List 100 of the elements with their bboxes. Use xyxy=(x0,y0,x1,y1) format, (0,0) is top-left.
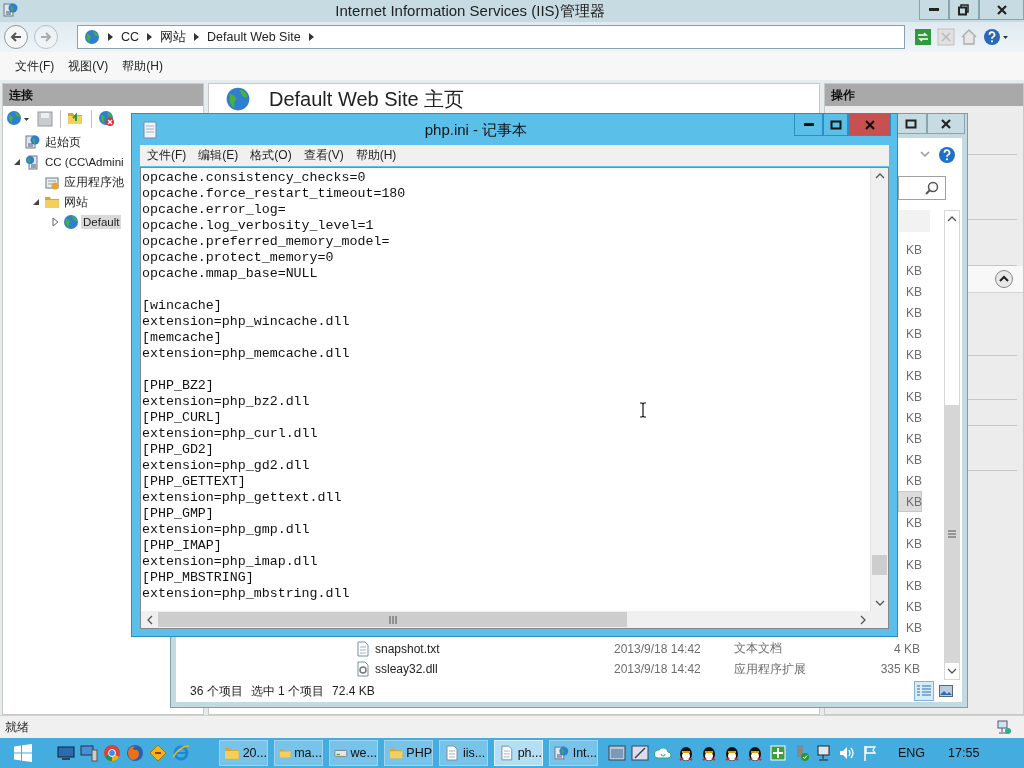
back-button[interactable] xyxy=(4,25,28,49)
notepad-icon xyxy=(142,121,158,139)
file-row[interactable]: KB xyxy=(898,428,922,450)
close-button[interactable] xyxy=(848,114,891,136)
file-row[interactable]: ssleay32.dll 2013/9/18 14:42 应用程序扩展 335 KB xyxy=(355,659,922,680)
scrollbar[interactable] xyxy=(944,210,960,680)
help-icon[interactable] xyxy=(983,28,1009,46)
network-icon xyxy=(996,719,1012,735)
desktop-icon[interactable] xyxy=(57,744,75,762)
connect-icon[interactable] xyxy=(6,110,30,128)
close-button[interactable] xyxy=(927,114,965,134)
penguin-icon[interactable] xyxy=(677,744,695,762)
file-row[interactable]: KB xyxy=(898,260,922,282)
minimize-button[interactable] xyxy=(794,114,823,136)
language-indicator[interactable]: ENG xyxy=(898,746,926,760)
menu-item[interactable]: 文件(F) xyxy=(8,57,62,75)
tree-item[interactable]: 应用程序池 xyxy=(62,173,126,191)
details-list-icon xyxy=(917,685,931,697)
file-size: 335 KB xyxy=(879,662,921,677)
file-row[interactable]: KB xyxy=(898,302,922,324)
expanded-triangle-icon[interactable] xyxy=(12,157,22,167)
file-row[interactable]: KB xyxy=(898,575,922,597)
tree-item[interactable]: 起始页 xyxy=(43,133,83,151)
menu-item[interactable]: 编辑(E) xyxy=(192,147,245,164)
folder-icon xyxy=(224,745,240,761)
taskbar-button[interactable]: Int... xyxy=(549,740,598,766)
file-row[interactable]: KB xyxy=(898,596,922,618)
maximize-icon xyxy=(905,117,917,130)
file-row[interactable]: KB xyxy=(898,554,922,576)
file-row[interactable]: KB xyxy=(898,239,922,261)
menu-item[interactable]: 帮助(H) xyxy=(115,57,170,75)
file-row[interactable]: snapshot.txt 2013/9/18 14:42 文本文档 4 KB xyxy=(355,638,922,659)
taskbar-button[interactable]: ma... xyxy=(274,740,323,766)
shield-icon[interactable] xyxy=(769,744,787,762)
expanded-triangle-icon[interactable] xyxy=(31,197,41,207)
menu-item[interactable]: 格式(O) xyxy=(244,147,298,164)
item-count: 36 个项目 xyxy=(190,682,243,700)
file-size: 4 KB xyxy=(893,641,921,656)
penguin-icon[interactable] xyxy=(723,744,741,762)
tree-item[interactable]: Default xyxy=(81,215,122,229)
taskbar-button[interactable]: 20... xyxy=(219,740,268,766)
network-icon[interactable] xyxy=(815,744,833,762)
selection-count: 选中 1 个项目 xyxy=(250,682,325,700)
taskbar-button[interactable]: ph... xyxy=(494,740,543,766)
file-row[interactable]: KB xyxy=(898,533,922,555)
file-row[interactable]: KB xyxy=(898,491,922,513)
taskbar-button[interactable]: we... xyxy=(329,740,378,766)
grip-icon xyxy=(388,615,397,624)
search-field[interactable] xyxy=(898,176,946,200)
refresh-icon[interactable] xyxy=(914,28,932,46)
restore-button[interactable] xyxy=(949,0,979,20)
penguin-icon[interactable] xyxy=(746,744,764,762)
search-icon xyxy=(925,181,939,195)
close-button[interactable] xyxy=(979,0,1024,20)
menu-item[interactable]: 查看(V) xyxy=(297,147,350,164)
grip-icon xyxy=(948,530,956,538)
window-icon[interactable] xyxy=(631,744,649,762)
clock[interactable]: 17:55 xyxy=(948,746,980,760)
scrollbar-thumb[interactable] xyxy=(872,555,887,575)
tree-item[interactable]: CC (CC\Admini xyxy=(43,155,126,169)
taskbar-button[interactable]: iis... xyxy=(439,740,488,766)
file-row[interactable]: KB xyxy=(898,449,922,471)
minimize-button[interactable] xyxy=(919,0,949,20)
scrollbar[interactable] xyxy=(870,168,888,611)
maximize-icon xyxy=(829,118,842,131)
help-icon[interactable] xyxy=(938,146,956,164)
file-row[interactable]: KB xyxy=(898,323,922,345)
windows-logo-icon xyxy=(13,744,32,762)
taskbar-button[interactable]: PHP xyxy=(384,740,433,766)
breadcrumb-item[interactable]: CC xyxy=(121,30,140,44)
breadcrumb-item[interactable]: 网站 xyxy=(160,28,187,46)
file-row[interactable]: KB xyxy=(898,386,922,408)
disconnect-icon[interactable] xyxy=(98,110,116,128)
tree-item[interactable]: 网站 xyxy=(62,193,90,211)
chrome-icon[interactable] xyxy=(103,744,121,762)
globe-icon xyxy=(225,86,251,112)
maximize-button[interactable] xyxy=(823,114,848,136)
computer-icon[interactable] xyxy=(80,744,98,762)
file-row[interactable]: KB xyxy=(898,407,922,429)
menu-item[interactable]: 帮助(H) xyxy=(349,147,403,164)
close-icon xyxy=(863,118,876,131)
file-row[interactable]: KB xyxy=(898,365,922,387)
file-row[interactable]: KB xyxy=(898,617,922,639)
menu-item[interactable]: 文件(F) xyxy=(141,147,193,164)
penguin-icon[interactable] xyxy=(700,744,718,762)
breadcrumb-item[interactable]: Default Web Site xyxy=(207,30,301,44)
badge-icon[interactable] xyxy=(149,744,167,762)
collapsed-triangle-icon[interactable] xyxy=(50,217,60,227)
address-bar[interactable]: CC 网站 Default Web Site xyxy=(77,25,905,49)
menu-item[interactable]: 视图(V) xyxy=(61,57,116,75)
panel-header: 连接 xyxy=(3,84,203,106)
file-row[interactable]: KB xyxy=(898,512,922,534)
dll-file-icon xyxy=(355,661,371,678)
chevron-down-icon[interactable] xyxy=(920,151,930,159)
cloud-sync-icon[interactable] xyxy=(654,744,672,762)
file-row[interactable]: KB xyxy=(898,470,922,492)
collapse-button[interactable] xyxy=(995,270,1013,288)
file-row[interactable]: KB xyxy=(898,281,922,303)
file-row[interactable]: KB xyxy=(898,344,922,366)
arrow-icon xyxy=(107,32,114,42)
